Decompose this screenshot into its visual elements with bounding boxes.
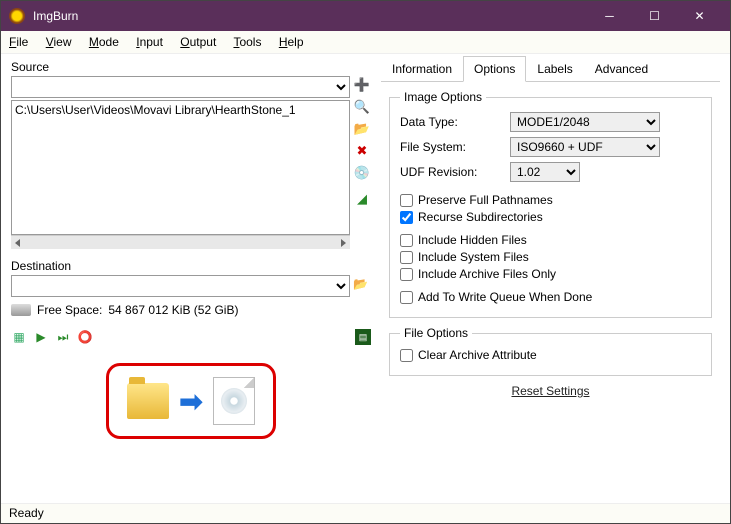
destination-label: Destination xyxy=(11,259,371,273)
free-space-value: 54 867 012 KiB (52 GiB) xyxy=(108,303,238,317)
build-button[interactable]: ➡ xyxy=(106,363,276,439)
udf-revision-select[interactable]: 1.02 xyxy=(510,162,580,182)
menu-mode[interactable]: Mode xyxy=(89,35,119,49)
file-system-select[interactable]: ISO9660 + UDF xyxy=(510,137,660,157)
options-icon[interactable]: ▦ xyxy=(11,329,27,345)
source-label: Source xyxy=(11,60,371,74)
menubar: File View Mode Input Output Tools Help xyxy=(1,31,730,54)
play-all-icon[interactable]: ⏭ xyxy=(55,329,71,345)
iso-file-icon xyxy=(213,377,255,425)
hidden-checkbox[interactable]: Include Hidden Files xyxy=(400,233,701,247)
file-system-label: File System: xyxy=(400,140,510,154)
preserve-checkbox[interactable]: Preserve Full Pathnames xyxy=(400,193,701,207)
tab-advanced[interactable]: Advanced xyxy=(584,56,659,81)
list-item[interactable]: C:\Users\User\Videos\Movavi Library\Hear… xyxy=(13,102,348,118)
tab-labels[interactable]: Labels xyxy=(526,56,583,81)
folder-icon xyxy=(127,383,169,419)
udf-revision-label: UDF Revision: xyxy=(400,165,510,179)
source-combo[interactable] xyxy=(11,76,350,98)
archive-only-checkbox[interactable]: Include Archive Files Only xyxy=(400,267,701,281)
browse-folder-icon[interactable]: 📂 xyxy=(353,120,371,138)
menu-view[interactable]: View xyxy=(46,35,72,49)
browse-destination-icon[interactable]: 📂 xyxy=(353,277,371,295)
menu-help[interactable]: Help xyxy=(279,35,304,49)
remove-icon[interactable]: ✖ xyxy=(353,142,371,160)
maximize-button[interactable]: ☐ xyxy=(632,1,677,31)
image-options-group: Image Options Data Type: MODE1/2048 File… xyxy=(389,90,712,318)
status-text: Ready xyxy=(9,506,44,520)
log-icon[interactable]: ▤ xyxy=(355,329,371,345)
tabs: Information Options Labels Advanced xyxy=(381,56,720,82)
titlebar: ImgBurn ─ ☐ ✕ xyxy=(1,1,730,31)
tab-options[interactable]: Options xyxy=(463,56,526,82)
queue-checkbox[interactable]: Add To Write Queue When Done xyxy=(400,290,701,304)
search-folder-icon[interactable]: 🔍 xyxy=(353,98,371,116)
app-icon xyxy=(9,8,25,24)
free-space-label: Free Space: xyxy=(37,303,102,317)
image-options-legend: Image Options xyxy=(400,90,486,104)
stop-icon[interactable]: ⭕ xyxy=(77,329,93,345)
destination-combo[interactable] xyxy=(11,275,350,297)
minimize-button[interactable]: ─ xyxy=(587,1,632,31)
clear-archive-checkbox[interactable]: Clear Archive Attribute xyxy=(400,348,701,362)
file-options-legend: File Options xyxy=(400,326,472,340)
horizontal-scrollbar[interactable] xyxy=(11,235,350,249)
drive-icon xyxy=(11,304,31,316)
add-icon[interactable]: ➕ xyxy=(353,76,371,94)
menu-input[interactable]: Input xyxy=(136,35,163,49)
recurse-checkbox[interactable]: Recurse Subdirectories xyxy=(400,210,701,224)
data-type-select[interactable]: MODE1/2048 xyxy=(510,112,660,132)
data-type-label: Data Type: xyxy=(400,115,510,129)
play-icon[interactable]: ▶ xyxy=(33,329,49,345)
system-checkbox[interactable]: Include System Files xyxy=(400,250,701,264)
reset-settings-link[interactable]: Reset Settings xyxy=(511,384,589,398)
window-title: ImgBurn xyxy=(33,9,587,23)
tab-information[interactable]: Information xyxy=(381,56,463,81)
close-button[interactable]: ✕ xyxy=(677,1,722,31)
menu-file[interactable]: File xyxy=(9,35,28,49)
file-options-group: File Options Clear Archive Attribute xyxy=(389,326,712,376)
arrow-icon: ➡ xyxy=(179,385,202,418)
disc-icon[interactable]: 💿 xyxy=(353,164,371,182)
apply-icon[interactable]: ◢ xyxy=(353,190,371,208)
menu-output[interactable]: Output xyxy=(180,35,216,49)
status-bar: Ready xyxy=(1,503,730,523)
menu-tools[interactable]: Tools xyxy=(233,35,261,49)
source-list[interactable]: C:\Users\User\Videos\Movavi Library\Hear… xyxy=(11,100,350,235)
